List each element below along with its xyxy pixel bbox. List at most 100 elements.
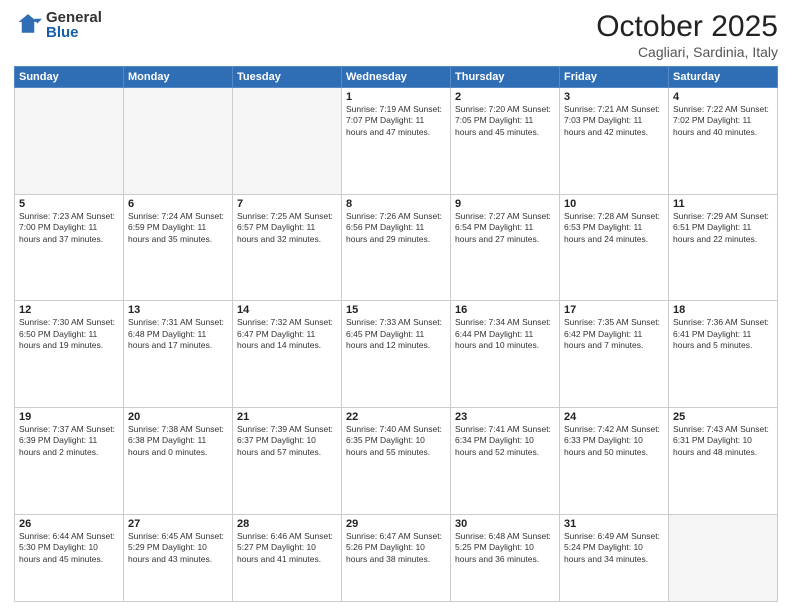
calendar-cell: 16Sunrise: 7:34 AM Sunset: 6:44 PM Dayli… [451,301,560,408]
day-number: 8 [346,198,446,210]
day-number: 17 [564,304,664,316]
calendar-cell: 21Sunrise: 7:39 AM Sunset: 6:37 PM Dayli… [233,408,342,515]
day-info: Sunrise: 7:22 AM Sunset: 7:02 PM Dayligh… [673,104,773,138]
day-number: 10 [564,198,664,210]
day-info: Sunrise: 7:23 AM Sunset: 7:00 PM Dayligh… [19,211,119,245]
day-number: 31 [564,518,664,530]
calendar-cell: 25Sunrise: 7:43 AM Sunset: 6:31 PM Dayli… [669,408,778,515]
day-number: 12 [19,304,119,316]
day-number: 1 [346,91,446,103]
day-info: Sunrise: 7:37 AM Sunset: 6:39 PM Dayligh… [19,424,119,458]
day-number: 26 [19,518,119,530]
calendar-cell: 12Sunrise: 7:30 AM Sunset: 6:50 PM Dayli… [15,301,124,408]
calendar-cell: 19Sunrise: 7:37 AM Sunset: 6:39 PM Dayli… [15,408,124,515]
calendar-cell: 17Sunrise: 7:35 AM Sunset: 6:42 PM Dayli… [560,301,669,408]
day-info: Sunrise: 6:48 AM Sunset: 5:25 PM Dayligh… [455,531,555,565]
calendar-cell: 15Sunrise: 7:33 AM Sunset: 6:45 PM Dayli… [342,301,451,408]
day-number: 9 [455,198,555,210]
calendar-cell [233,88,342,195]
calendar-cell [124,88,233,195]
day-number: 4 [673,91,773,103]
calendar-cell: 18Sunrise: 7:36 AM Sunset: 6:41 PM Dayli… [669,301,778,408]
day-number: 7 [237,198,337,210]
calendar-cell: 26Sunrise: 6:44 AM Sunset: 5:30 PM Dayli… [15,514,124,601]
day-info: Sunrise: 7:26 AM Sunset: 6:56 PM Dayligh… [346,211,446,245]
location-title: Cagliari, Sardinia, Italy [596,44,778,60]
calendar-cell: 7Sunrise: 7:25 AM Sunset: 6:57 PM Daylig… [233,194,342,301]
day-number: 2 [455,91,555,103]
day-info: Sunrise: 7:38 AM Sunset: 6:38 PM Dayligh… [128,424,228,458]
month-title: October 2025 [596,10,778,44]
calendar-header-thursday: Thursday [451,67,560,88]
day-info: Sunrise: 7:28 AM Sunset: 6:53 PM Dayligh… [564,211,664,245]
calendar-cell: 11Sunrise: 7:29 AM Sunset: 6:51 PM Dayli… [669,194,778,301]
calendar-cell: 1Sunrise: 7:19 AM Sunset: 7:07 PM Daylig… [342,88,451,195]
calendar-header-monday: Monday [124,67,233,88]
calendar-cell: 9Sunrise: 7:27 AM Sunset: 6:54 PM Daylig… [451,194,560,301]
day-number: 23 [455,411,555,423]
logo-general-text: General [46,10,102,25]
calendar-cell: 10Sunrise: 7:28 AM Sunset: 6:53 PM Dayli… [560,194,669,301]
calendar-cell: 4Sunrise: 7:22 AM Sunset: 7:02 PM Daylig… [669,88,778,195]
day-info: Sunrise: 7:36 AM Sunset: 6:41 PM Dayligh… [673,317,773,351]
day-number: 3 [564,91,664,103]
calendar-cell [15,88,124,195]
calendar-header-sunday: Sunday [15,67,124,88]
day-number: 18 [673,304,773,316]
day-number: 24 [564,411,664,423]
day-number: 27 [128,518,228,530]
calendar-table: SundayMondayTuesdayWednesdayThursdayFrid… [14,66,778,602]
day-info: Sunrise: 7:30 AM Sunset: 6:50 PM Dayligh… [19,317,119,351]
calendar-cell: 3Sunrise: 7:21 AM Sunset: 7:03 PM Daylig… [560,88,669,195]
day-number: 25 [673,411,773,423]
day-number: 15 [346,304,446,316]
calendar-cell: 27Sunrise: 6:45 AM Sunset: 5:29 PM Dayli… [124,514,233,601]
day-info: Sunrise: 7:32 AM Sunset: 6:47 PM Dayligh… [237,317,337,351]
day-info: Sunrise: 7:41 AM Sunset: 6:34 PM Dayligh… [455,424,555,458]
day-info: Sunrise: 7:21 AM Sunset: 7:03 PM Dayligh… [564,104,664,138]
calendar-cell: 20Sunrise: 7:38 AM Sunset: 6:38 PM Dayli… [124,408,233,515]
day-number: 16 [455,304,555,316]
day-number: 21 [237,411,337,423]
day-number: 29 [346,518,446,530]
calendar-header-tuesday: Tuesday [233,67,342,88]
day-number: 30 [455,518,555,530]
day-info: Sunrise: 6:47 AM Sunset: 5:26 PM Dayligh… [346,531,446,565]
day-number: 5 [19,198,119,210]
calendar-cell: 23Sunrise: 7:41 AM Sunset: 6:34 PM Dayli… [451,408,560,515]
day-number: 19 [19,411,119,423]
day-info: Sunrise: 7:39 AM Sunset: 6:37 PM Dayligh… [237,424,337,458]
logo-blue-text: Blue [46,25,102,40]
day-number: 14 [237,304,337,316]
calendar-cell: 5Sunrise: 7:23 AM Sunset: 7:00 PM Daylig… [15,194,124,301]
calendar-cell: 14Sunrise: 7:32 AM Sunset: 6:47 PM Dayli… [233,301,342,408]
calendar-cell: 31Sunrise: 6:49 AM Sunset: 5:24 PM Dayli… [560,514,669,601]
day-info: Sunrise: 6:44 AM Sunset: 5:30 PM Dayligh… [19,531,119,565]
calendar-cell: 8Sunrise: 7:26 AM Sunset: 6:56 PM Daylig… [342,194,451,301]
calendar-week-row: 19Sunrise: 7:37 AM Sunset: 6:39 PM Dayli… [15,408,778,515]
day-info: Sunrise: 7:25 AM Sunset: 6:57 PM Dayligh… [237,211,337,245]
calendar-cell: 28Sunrise: 6:46 AM Sunset: 5:27 PM Dayli… [233,514,342,601]
day-info: Sunrise: 7:35 AM Sunset: 6:42 PM Dayligh… [564,317,664,351]
logo-icon [14,11,42,39]
day-info: Sunrise: 6:49 AM Sunset: 5:24 PM Dayligh… [564,531,664,565]
day-info: Sunrise: 7:33 AM Sunset: 6:45 PM Dayligh… [346,317,446,351]
day-info: Sunrise: 7:42 AM Sunset: 6:33 PM Dayligh… [564,424,664,458]
day-number: 13 [128,304,228,316]
day-info: Sunrise: 7:40 AM Sunset: 6:35 PM Dayligh… [346,424,446,458]
header: General Blue October 2025 Cagliari, Sard… [14,10,778,60]
day-number: 22 [346,411,446,423]
day-info: Sunrise: 7:19 AM Sunset: 7:07 PM Dayligh… [346,104,446,138]
day-info: Sunrise: 6:46 AM Sunset: 5:27 PM Dayligh… [237,531,337,565]
day-number: 28 [237,518,337,530]
day-info: Sunrise: 7:24 AM Sunset: 6:59 PM Dayligh… [128,211,228,245]
calendar-cell: 29Sunrise: 6:47 AM Sunset: 5:26 PM Dayli… [342,514,451,601]
day-info: Sunrise: 7:27 AM Sunset: 6:54 PM Dayligh… [455,211,555,245]
calendar-cell: 6Sunrise: 7:24 AM Sunset: 6:59 PM Daylig… [124,194,233,301]
calendar-cell: 22Sunrise: 7:40 AM Sunset: 6:35 PM Dayli… [342,408,451,515]
calendar-header-saturday: Saturday [669,67,778,88]
day-info: Sunrise: 7:20 AM Sunset: 7:05 PM Dayligh… [455,104,555,138]
day-info: Sunrise: 6:45 AM Sunset: 5:29 PM Dayligh… [128,531,228,565]
day-info: Sunrise: 7:31 AM Sunset: 6:48 PM Dayligh… [128,317,228,351]
calendar-week-row: 26Sunrise: 6:44 AM Sunset: 5:30 PM Dayli… [15,514,778,601]
